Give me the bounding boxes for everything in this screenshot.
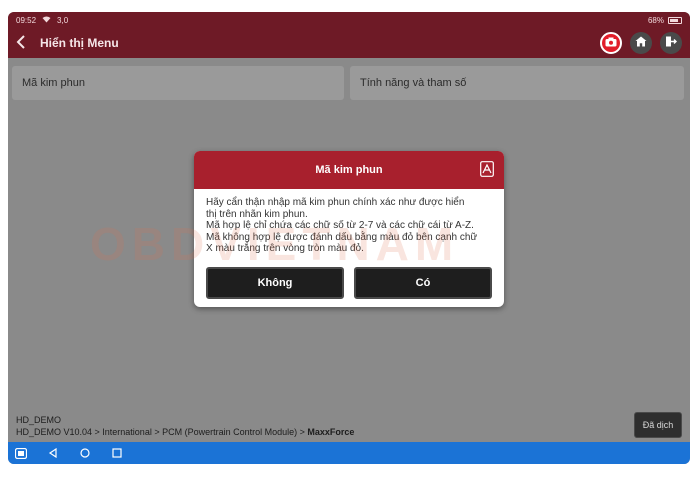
no-button[interactable]: Không xyxy=(206,267,344,299)
dialog-actions: Không Có xyxy=(206,267,492,299)
injector-code-dialog: Mã kim phun Hãy cẩn thận nhập mã kim phu… xyxy=(194,151,504,307)
dialog-line: thị trên nhãn kim phun. xyxy=(206,208,308,220)
dialog-line: Mã hợp lệ chỉ chứa các chữ số từ 2-7 và … xyxy=(206,220,474,231)
dialog-line: Hãy cẩn thận nhập mã kim phun chính xác … xyxy=(206,197,465,208)
yes-button[interactable]: Có xyxy=(354,267,492,299)
info-card-icon xyxy=(480,161,494,180)
dialog-message: Hãy cẩn thận nhập mã kim phun chính xác … xyxy=(194,189,504,255)
dialog-line: Mã không hợp lệ được đánh dấu bằng màu đ… xyxy=(206,231,478,243)
dialog-line: X màu trắng trên vòng tròn màu đỏ. xyxy=(206,243,364,254)
dialog-header: Mã kim phun xyxy=(194,151,504,189)
modal-overlay: Mã kim phun Hãy cẩn thận nhập mã kim phu… xyxy=(8,12,690,464)
app-frame: 09:52 3,0 68% Hiển thị Menu Mã kim phun … xyxy=(8,12,690,464)
dialog-title: Mã kim phun xyxy=(315,164,383,176)
